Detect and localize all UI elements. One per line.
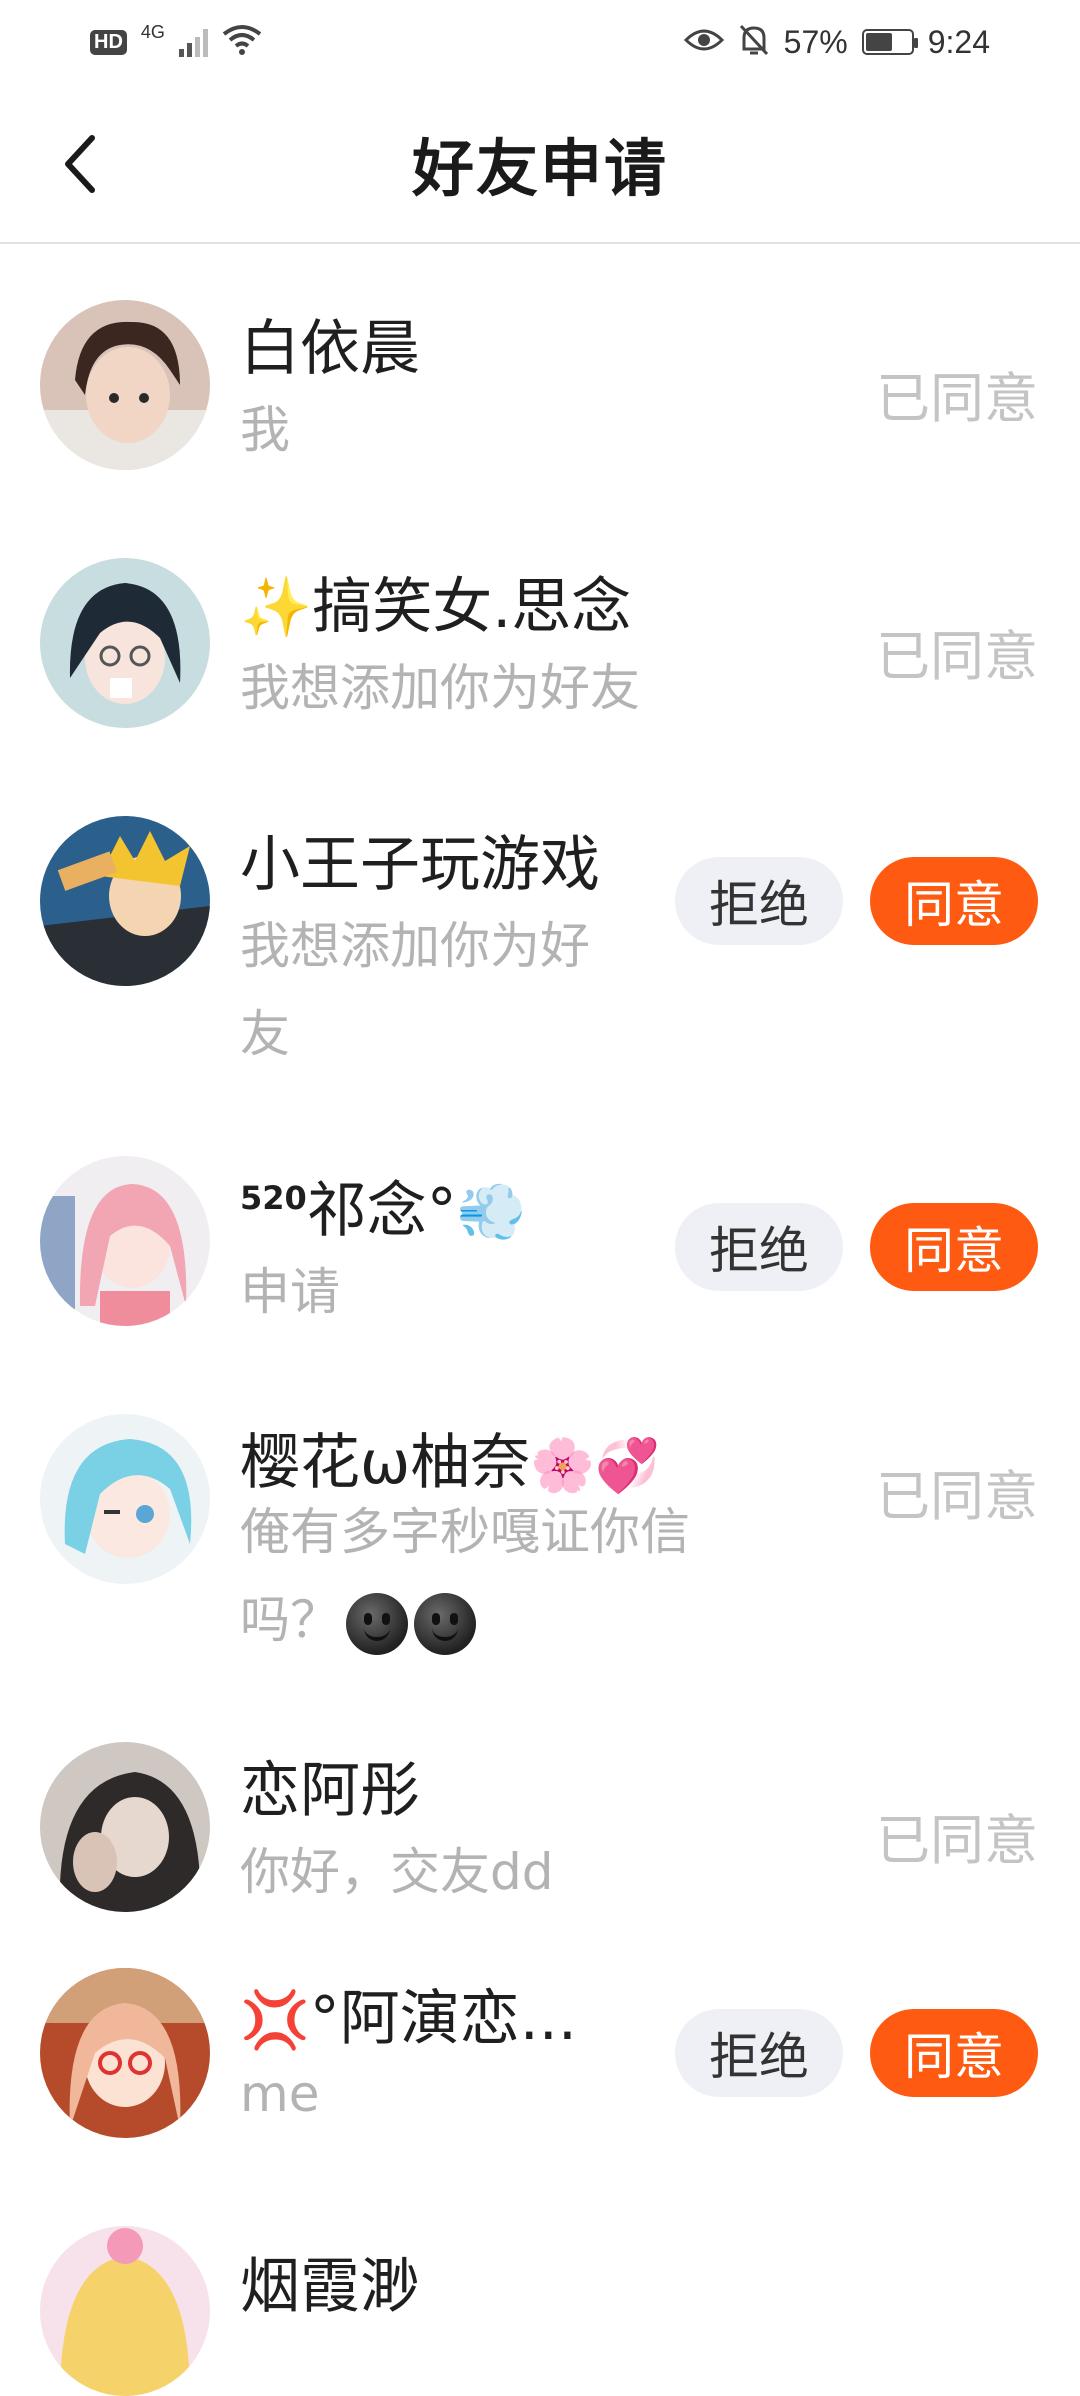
request-message-line: 吗？ — [240, 1576, 690, 1664]
list-item[interactable]: 烟霞渺 — [0, 2226, 1080, 2396]
sparkles-icon: ✨ — [240, 573, 313, 641]
avatar[interactable] — [40, 1742, 210, 1912]
request-message-line: 我想添加你为好 — [240, 917, 590, 975]
request-message-line: 俺有多字秒嘎证你信 — [240, 1503, 690, 1561]
accept-button[interactable]: 同意 — [870, 857, 1038, 945]
reject-button[interactable]: 拒绝 — [675, 1203, 843, 1291]
dash-cloud-icon: 💨 — [456, 1180, 527, 1245]
list-item[interactable]: ✨搞笑女.思念 我想添加你为好友 已同意 — [0, 502, 1080, 760]
requester-name: ✨搞笑女.思念 — [240, 558, 631, 645]
chevron-left-icon — [65, 135, 95, 193]
network-type: 4G — [140, 21, 165, 42]
bell-off-icon — [738, 23, 770, 61]
status-bar-right: 57% 9:24 — [683, 23, 990, 61]
battery-percent: 57% — [783, 23, 848, 60]
page-title: 好友申请 — [411, 132, 668, 205]
requester-name-text: 搞笑女.思念 — [312, 572, 632, 642]
name-prefix-number: 520 — [240, 1179, 307, 1217]
friend-request-list: 白依晨 我 已同意 ✨搞笑女.思念 我想添加你为好友 已同意 小王子玩游戏 我想… — [0, 244, 1080, 2396]
request-message: 申请 — [240, 1263, 340, 1321]
list-item[interactable]: 小王子玩游戏 我想添加你为好 友 拒绝 同意 — [0, 760, 1080, 1106]
header: 好友申请 — [0, 84, 1080, 244]
requester-name: 小王子玩游戏 — [240, 830, 600, 900]
eye-icon — [683, 26, 724, 58]
signal-icon — [178, 27, 208, 57]
avatar[interactable] — [40, 816, 210, 986]
status-bar-left: HD 4G — [90, 21, 262, 60]
smiling-face-icon — [414, 1592, 476, 1655]
reject-button[interactable]: 拒绝 — [675, 857, 843, 945]
accepted-status: 已同意 — [876, 1465, 1038, 1528]
requester-name-text: °阿演恋... — [309, 1984, 577, 2054]
accepted-status: 已同意 — [876, 1809, 1038, 1872]
avatar[interactable] — [40, 300, 210, 470]
avatar[interactable] — [40, 1414, 210, 1584]
requester-name: 白依晨 — [240, 314, 420, 384]
request-message: 你好，交友dd — [240, 1843, 554, 1901]
request-message: 我 — [240, 401, 290, 459]
back-button[interactable] — [50, 134, 110, 194]
avatar[interactable] — [40, 1156, 210, 1326]
request-message-text: 吗？ — [240, 1591, 340, 1649]
requester-name-text: 祁念° — [306, 1176, 457, 1246]
list-item[interactable]: 恋阿彤 你好，交友dd 已同意 — [0, 1710, 1080, 1968]
list-item[interactable]: 💢°阿演恋... me 拒绝 同意 — [0, 1968, 1080, 2226]
list-item[interactable]: 樱花ω柚奈🌸💞 俺有多字秒嘎证你信 吗？ 已同意 — [0, 1364, 1080, 1710]
list-item[interactable]: 白依晨 我 已同意 — [0, 244, 1080, 502]
hd-icon: HD — [90, 29, 127, 55]
smiling-face-icon — [346, 1592, 408, 1655]
anger-symbol-icon: 💢 — [240, 1988, 310, 2053]
request-message: 俺有多字秒嘎证你信 吗？ — [240, 1488, 690, 1664]
request-message: me — [240, 2065, 320, 2123]
cherry-blossom-heart-icon: 🌸💞 — [530, 1436, 660, 1496]
requester-name: 烟霞渺 — [240, 2252, 420, 2322]
avatar[interactable] — [40, 2226, 210, 2396]
request-message: 我想添加你为好 友 — [240, 902, 590, 1078]
requester-name: 520祁念°💨 — [240, 1162, 527, 1249]
accepted-status: 已同意 — [876, 367, 1038, 430]
accepted-status: 已同意 — [876, 625, 1038, 688]
requester-name: 💢°阿演恋... — [240, 1970, 577, 2057]
request-message-line: 友 — [240, 1005, 290, 1063]
accept-button[interactable]: 同意 — [870, 1203, 1038, 1291]
avatar[interactable] — [40, 558, 210, 728]
request-message: 我想添加你为好友 — [240, 659, 640, 717]
avatar[interactable] — [40, 1968, 210, 2138]
clock: 9:24 — [927, 23, 990, 60]
battery-icon — [861, 29, 918, 55]
status-bar: HD 4G 57% 9:24 — [0, 0, 1080, 84]
list-item[interactable]: 520祁念°💨 申请 拒绝 同意 — [0, 1106, 1080, 1364]
requester-name: 恋阿彤 — [240, 1756, 420, 1826]
reject-button[interactable]: 拒绝 — [675, 2009, 843, 2097]
accept-button[interactable]: 同意 — [870, 2009, 1038, 2097]
wifi-icon — [222, 24, 262, 60]
